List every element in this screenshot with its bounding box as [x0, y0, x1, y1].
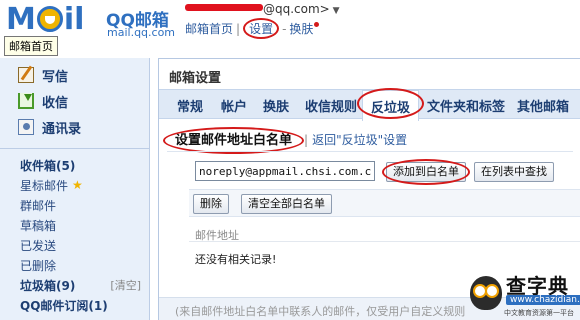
watermark-url: www.chazidian.com	[506, 295, 580, 305]
junk-clear-link[interactable]: [清空]	[110, 277, 141, 293]
folder-junk-label: 垃圾箱(9)	[20, 278, 76, 293]
whitelist-email-input[interactable]	[195, 161, 375, 181]
folder-group-label: 群邮件	[20, 198, 57, 213]
folder-subscription[interactable]: QQ邮件订阅(1)	[0, 295, 149, 315]
folder-inbox-label: 收件箱(5)	[20, 158, 76, 173]
owl-logo-icon	[470, 276, 502, 310]
receive-button[interactable]: 收信	[18, 90, 149, 112]
nav-mail-home-link[interactable]: 邮箱首页	[185, 22, 233, 36]
tab-account[interactable]: 帐户	[221, 96, 247, 115]
inbox-download-icon	[18, 93, 34, 109]
breadcrumb: 设置邮件地址白名单 | 返回"反垃圾"设置	[163, 127, 407, 154]
folder-starred[interactable]: 星标邮件 ★	[0, 175, 149, 195]
back-to-antispam-link[interactable]: 返回"反垃圾"设置	[312, 133, 407, 147]
tab-antispam[interactable]: 反垃圾	[357, 88, 425, 121]
star-icon: ★	[72, 178, 83, 192]
nav-skin-link[interactable]: 换肤	[289, 22, 313, 36]
nav-dash: -	[282, 22, 287, 36]
write-icon	[18, 67, 34, 83]
list-toolbar: 删除 清空全部白名单	[189, 189, 580, 217]
tab-rules[interactable]: 收信规则	[305, 96, 357, 115]
logo-domain: mail.qq.com	[107, 26, 176, 39]
chevron-down-icon[interactable]: ▼	[330, 6, 340, 16]
clear-all-whitelist-button[interactable]: 清空全部白名单	[241, 194, 332, 214]
compose-label: 写信	[42, 69, 69, 85]
receive-label: 收信	[42, 95, 69, 111]
folder-starred-label: 星标邮件	[20, 178, 69, 193]
tab-general[interactable]: 常规	[177, 96, 203, 115]
contacts-button[interactable]: 通讯录	[18, 116, 149, 138]
new-dot-icon	[314, 22, 320, 27]
folder-deleted-label: 已删除	[20, 258, 57, 273]
tab-skin[interactable]: 换肤	[263, 96, 289, 115]
breadcrumb-separator: |	[304, 133, 309, 147]
folder-subscription-label: QQ邮件订阅(1)	[20, 298, 108, 313]
account-suffix: @qq.com>	[263, 2, 330, 16]
qq-mail-logo[interactable]: Mil QQ邮箱 mail.qq.com	[6, 2, 175, 40]
chazidian-watermark: 查字典 www.chazidian.com 中文教育资源第一平台	[470, 270, 580, 318]
logo-wordmark: Mil	[6, 2, 85, 37]
nav-settings-link[interactable]: 设置	[243, 18, 280, 39]
tab-other-mailboxes[interactable]: 其他邮箱	[517, 96, 569, 115]
annotation-circle	[357, 88, 425, 119]
folder-sent[interactable]: 已发送	[0, 235, 149, 255]
contacts-icon	[18, 119, 34, 135]
sidebar: 写信 收信 通讯录 收件箱(5) 星标邮件 ★ 群邮件 草稿箱 已发送 已删除 垃…	[0, 58, 150, 320]
compose-button[interactable]: 写信	[18, 64, 149, 86]
folder-sent-label: 已发送	[20, 238, 57, 253]
folder-group[interactable]: 群邮件	[0, 195, 149, 215]
divider	[167, 151, 573, 152]
folder-drafts[interactable]: 草稿箱	[0, 215, 149, 235]
redacted-email-mark	[185, 4, 263, 11]
tab-folders-labels[interactable]: 文件夹和标签	[427, 96, 505, 115]
contacts-label: 通讯录	[42, 121, 82, 137]
logo-o-icon	[36, 6, 63, 32]
settings-tabs: 常规 帐户 换肤 收信规则 反垃圾 文件夹和标签 其他邮箱	[159, 88, 580, 121]
folder-deleted[interactable]: 已删除	[0, 255, 149, 275]
account-address[interactable]: @qq.com> ▼	[185, 2, 340, 16]
annotation-circle	[382, 159, 470, 185]
whitelist-heading: 设置邮件地址白名单	[163, 127, 305, 154]
folder-inbox[interactable]: 收件箱(5)	[0, 155, 149, 175]
empty-state-message: 还没有相关记录!	[195, 253, 277, 266]
watermark-subtitle: 中文教育资源第一平台	[504, 309, 574, 317]
header: Mil QQ邮箱 mail.qq.com 邮箱首页 @qq.com> ▼ 邮箱首…	[0, 0, 580, 58]
add-to-whitelist-button[interactable]: 添加到白名单	[382, 159, 470, 185]
top-nav: 邮箱首页 | 设置 - 换肤	[185, 18, 320, 39]
nav-separator: |	[236, 22, 241, 36]
page-title: 邮箱设置	[169, 71, 222, 86]
folder-junk[interactable]: 垃圾箱(9) [清空]	[0, 275, 149, 295]
delete-button[interactable]: 删除	[193, 194, 229, 214]
find-in-list-button[interactable]: 在列表中查找	[474, 162, 554, 182]
annotation-circle	[163, 127, 305, 154]
folder-drafts-label: 草稿箱	[20, 218, 57, 233]
divider	[189, 241, 580, 242]
home-tooltip: 邮箱首页	[4, 36, 58, 56]
